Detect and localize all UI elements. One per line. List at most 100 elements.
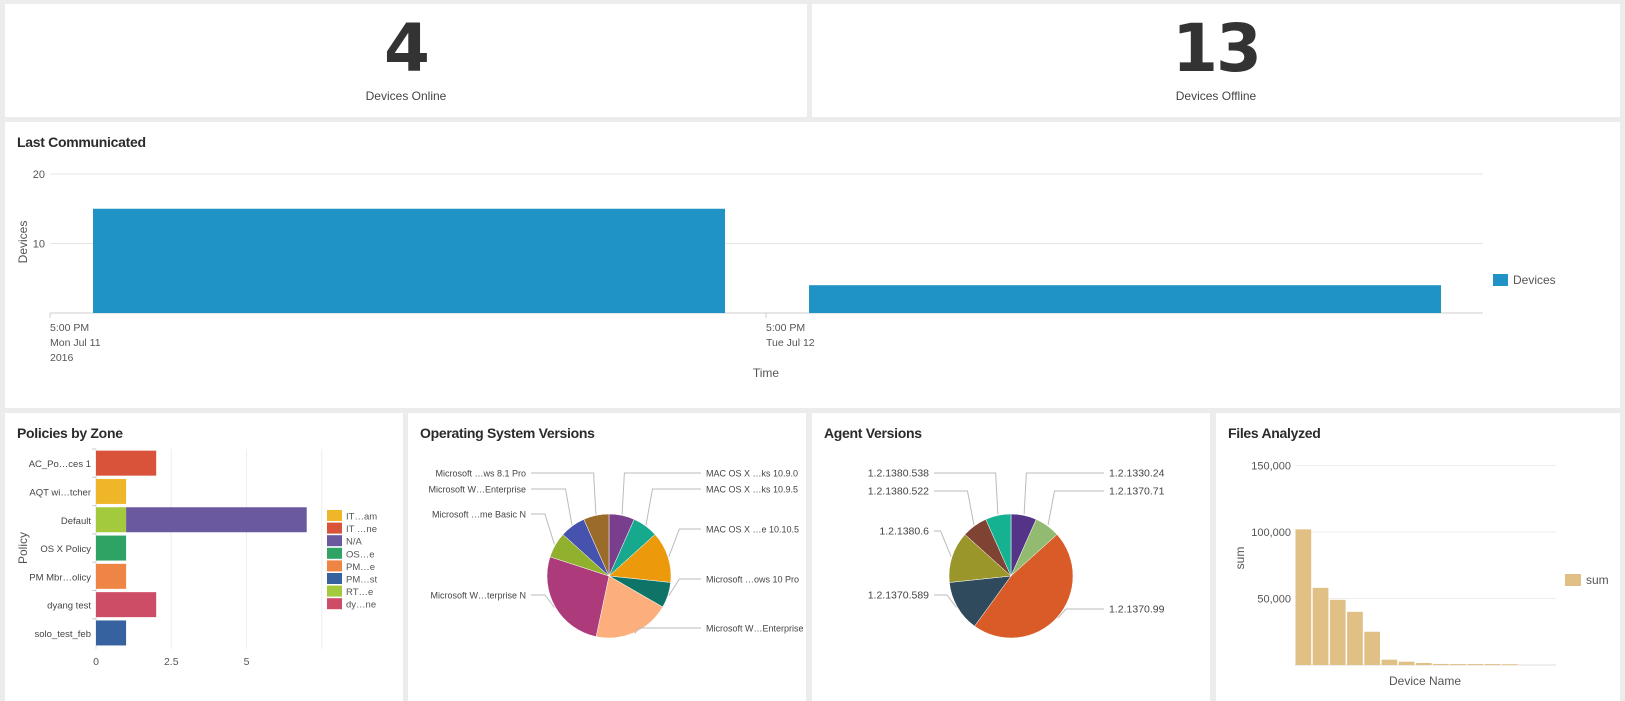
bar-segment [96, 563, 127, 589]
slice-label: 1.2.1380.538 [868, 468, 929, 480]
legend-label: RT…e [346, 587, 373, 598]
bar-segment [96, 478, 127, 504]
legend-label: N/A [346, 537, 363, 548]
devices-offline-label: Devices Offline [1175, 89, 1257, 103]
files-analyzed-chart: 50,000 100,000 150,000 Device Name sum sum [1233, 461, 1609, 689]
label-leader-line [621, 472, 701, 515]
bar-segment [96, 620, 127, 646]
y-tick-label: PM Mbr…olicy [29, 572, 91, 583]
legend-label: OS…e [346, 549, 375, 560]
label-leader-line [668, 578, 701, 596]
bar-devices [809, 285, 1441, 313]
os-versions-chart: MAC OS X …ks 10.9.0 MAC OS X …ks 10.9.5 MA… [428, 469, 804, 639]
y-tick-label: dyang test [47, 601, 91, 612]
slice-label: Microsoft W…Enterprise [428, 485, 526, 495]
slice-label: 1.2.1370.589 [868, 590, 929, 602]
files-analyzed-panel: Files Analyzed 50,000 100,000 150,000 Devic… [1216, 413, 1620, 701]
y-tick-label: 10 [33, 239, 45, 251]
label-leader-line [531, 513, 555, 545]
slice-label: 1.2.1330.24 [1109, 468, 1165, 480]
bar-segment [126, 507, 307, 533]
bar-sum [1433, 663, 1449, 665]
legend-swatch [327, 598, 342, 610]
bar-segment [96, 535, 127, 561]
devices-online-value: 4 [384, 10, 430, 87]
label-leader-line [1047, 490, 1104, 526]
y-axis-title: Policy [16, 532, 30, 564]
label-leader-line [634, 627, 701, 634]
metric-online-panel: 4 Devices Online [5, 4, 807, 117]
slice-label: MAC OS X …e 10.10.5 [706, 525, 799, 535]
legend-swatch [327, 547, 342, 559]
devices-offline-value: 13 [1172, 10, 1262, 87]
bar-segment [96, 450, 157, 476]
y-tick-label: OS X Policy [40, 544, 91, 555]
metric-offline-panel: 13 Devices Offline [812, 4, 1620, 117]
legend-label: PM…e [346, 562, 375, 573]
bar-sum [1295, 529, 1312, 665]
devices-online-label: Devices Online [365, 89, 447, 103]
bar-sum [1398, 661, 1415, 665]
label-leader-line [531, 472, 597, 515]
bar-segment [96, 592, 157, 618]
slice-label: 1.2.1380.6 [879, 526, 929, 538]
slice-label: Microsoft W…Enterprise [706, 624, 804, 634]
label-leader-line [934, 472, 999, 515]
label-leader-line [934, 530, 952, 557]
slice-label: 1.2.1380.522 [868, 486, 929, 498]
y-axis-title: Devices [16, 221, 30, 264]
x-tick-label: 2016 [50, 352, 74, 364]
bar-sum [1501, 664, 1518, 665]
bar-sum [1312, 587, 1329, 665]
y-tick-label: solo_test_feb [34, 629, 91, 640]
slice-label: Microsoft …ows 10 Pro [706, 575, 799, 585]
label-leader-line [645, 488, 701, 526]
policies-panel: Policies by Zone 0 2.5 5 AC_Po…ces 1 AQT wi…… [5, 413, 403, 701]
legend-label: IT…am [346, 512, 377, 523]
agent-versions-chart: 1.2.1330.24 1.2.1370.71 1.2.1370.99 1.2.137… [868, 468, 1165, 639]
bar-sum [1381, 659, 1398, 665]
legend-swatch [327, 535, 342, 547]
last-communicated-chart: 10 20 5:00 PM Mon Jul 11 2016 5:00 PM Tue Jul … [16, 169, 1556, 380]
legend-label: IT …ne [346, 524, 377, 535]
slice-label: MAC OS X …ks 10.9.5 [706, 485, 798, 495]
label-leader-line [1023, 472, 1104, 515]
legend-label: dy…ne [346, 600, 376, 611]
bar-devices [93, 208, 725, 313]
y-tick-label: 50,000 [1257, 594, 1291, 606]
y-tick-label: 20 [33, 169, 45, 181]
agent-versions-panel: Agent Versions 1.2.1330.24 1.2.1370.71 1.2… [812, 413, 1210, 701]
bar-sum [1347, 611, 1363, 665]
last-communicated-panel: Last Communicated 10 20 5:00 PM Mon Jul 11 2… [5, 122, 1620, 408]
x-tick-label: 5 [244, 656, 250, 668]
legend-label: sum [1586, 573, 1609, 587]
bar-sum [1467, 664, 1484, 665]
label-leader-line [1057, 608, 1104, 619]
slice-label: MAC OS X …ks 10.9.0 [706, 469, 798, 479]
os-versions-panel: Operating System Versions MAC OS X …ks 1… [408, 413, 806, 701]
legend-label: Devices [1513, 273, 1556, 287]
y-tick-label: 100,000 [1251, 527, 1291, 539]
y-tick-label: AQT wi…tcher [29, 487, 91, 498]
legend-swatch [327, 560, 342, 572]
x-tick-label: Tue Jul 12 [766, 337, 815, 349]
legend-swatch [327, 585, 342, 597]
bar-sum [1450, 664, 1466, 665]
legend-swatch [327, 573, 342, 584]
x-tick-label: Mon Jul 11 [50, 337, 101, 349]
slice-label: Microsoft …ws 8.1 Pro [435, 469, 526, 479]
bar-sum [1415, 663, 1432, 665]
slice-label: 1.2.1370.71 [1109, 486, 1165, 498]
x-tick-label: 2.5 [164, 656, 179, 668]
x-tick-label: 0 [93, 656, 99, 668]
legend-swatch [327, 522, 342, 534]
y-tick-label: Default [61, 516, 91, 527]
legend-label: PM…st [346, 575, 378, 586]
x-axis-title: Device Name [1389, 674, 1461, 688]
bar-segment [96, 507, 127, 533]
y-tick-label: AC_Po…ces 1 [29, 459, 91, 470]
x-tick-label: 5:00 PM [766, 322, 805, 334]
slice-label: Microsoft W…terprise N [430, 591, 526, 601]
y-axis-title: sum [1233, 547, 1247, 570]
y-tick-label: 150,000 [1251, 461, 1291, 473]
